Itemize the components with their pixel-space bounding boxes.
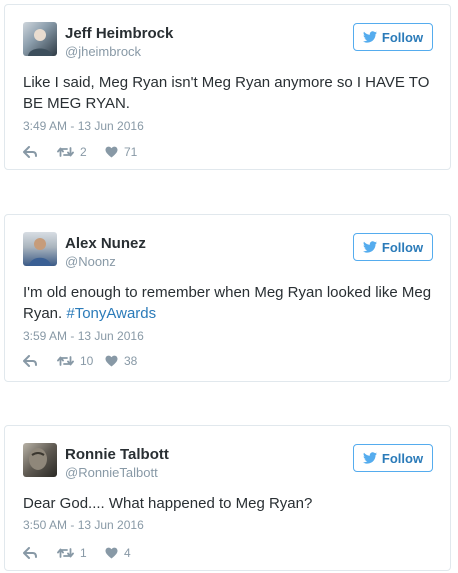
reply-button[interactable] (23, 355, 57, 367)
tweet-text-part: Dear God.... What happened to Meg Ryan? (23, 495, 313, 512)
user-name[interactable]: Jeff Heimbrock (65, 25, 173, 42)
retweet-icon (57, 146, 74, 158)
avatar[interactable] (23, 232, 57, 266)
heart-icon (105, 547, 118, 559)
like-count: 71 (124, 145, 138, 159)
retweet-button[interactable]: 2 (57, 145, 105, 159)
like-count: 4 (124, 546, 131, 560)
tweet-text-part: Like I said, Meg Ryan isn't Meg Ryan any… (23, 74, 430, 112)
reply-button[interactable] (23, 146, 57, 158)
follow-button[interactable]: Follow (353, 233, 433, 261)
retweet-button[interactable]: 1 (57, 546, 105, 560)
follow-label: Follow (381, 29, 424, 45)
tweet-timestamp[interactable]: 3:49 AM - 13 Jun 2016 (23, 119, 144, 133)
tweet-card: Jeff Heimbrock @jheimbrock Follow Like I… (4, 4, 451, 170)
tweet-card: Alex Nunez @Noonz Follow I'm old enough … (4, 214, 451, 382)
tweet-actions: 2 71 (23, 144, 145, 160)
follow-button[interactable]: Follow (353, 444, 433, 472)
like-button[interactable]: 71 (105, 145, 145, 159)
reply-icon (23, 547, 37, 559)
twitter-bird-icon (362, 452, 377, 464)
tweet-text: I'm old enough to remember when Meg Ryan… (23, 282, 432, 324)
user-name[interactable]: Ronnie Talbott (65, 446, 169, 463)
tweet-text: Like I said, Meg Ryan isn't Meg Ryan any… (23, 72, 432, 114)
retweet-count: 2 (80, 145, 87, 159)
heart-icon (105, 146, 118, 158)
retweet-count: 10 (80, 354, 94, 368)
tweet-text: Dear God.... What happened to Meg Ryan? (23, 493, 432, 514)
user-handle[interactable]: @RonnieTalbott (65, 465, 158, 480)
follow-label: Follow (381, 239, 424, 255)
reply-button[interactable] (23, 547, 57, 559)
reply-icon (23, 146, 37, 158)
user-handle[interactable]: @jheimbrock (65, 44, 141, 59)
like-button[interactable]: 4 (105, 546, 145, 560)
tweet-actions: 10 38 (23, 353, 145, 369)
like-count: 38 (124, 354, 138, 368)
retweet-icon (57, 547, 74, 559)
user-handle[interactable]: @Noonz (65, 254, 116, 269)
tweet-actions: 1 4 (23, 545, 145, 561)
retweet-icon (57, 355, 74, 367)
heart-icon (105, 355, 118, 367)
tweet-timestamp[interactable]: 3:59 AM - 13 Jun 2016 (23, 329, 144, 343)
avatar[interactable] (23, 22, 57, 56)
like-button[interactable]: 38 (105, 354, 145, 368)
tweet-timestamp[interactable]: 3:50 AM - 13 Jun 2016 (23, 518, 144, 532)
avatar[interactable] (23, 443, 57, 477)
hashtag-link[interactable]: #TonyAwards (66, 305, 156, 322)
twitter-bird-icon (362, 241, 377, 253)
reply-icon (23, 355, 37, 367)
follow-label: Follow (381, 450, 424, 466)
retweet-count: 1 (80, 546, 87, 560)
twitter-bird-icon (362, 31, 377, 43)
retweet-button[interactable]: 10 (57, 354, 105, 368)
user-name[interactable]: Alex Nunez (65, 235, 146, 252)
tweet-card: Ronnie Talbott @RonnieTalbott Follow Dea… (4, 425, 451, 571)
follow-button[interactable]: Follow (353, 23, 433, 51)
